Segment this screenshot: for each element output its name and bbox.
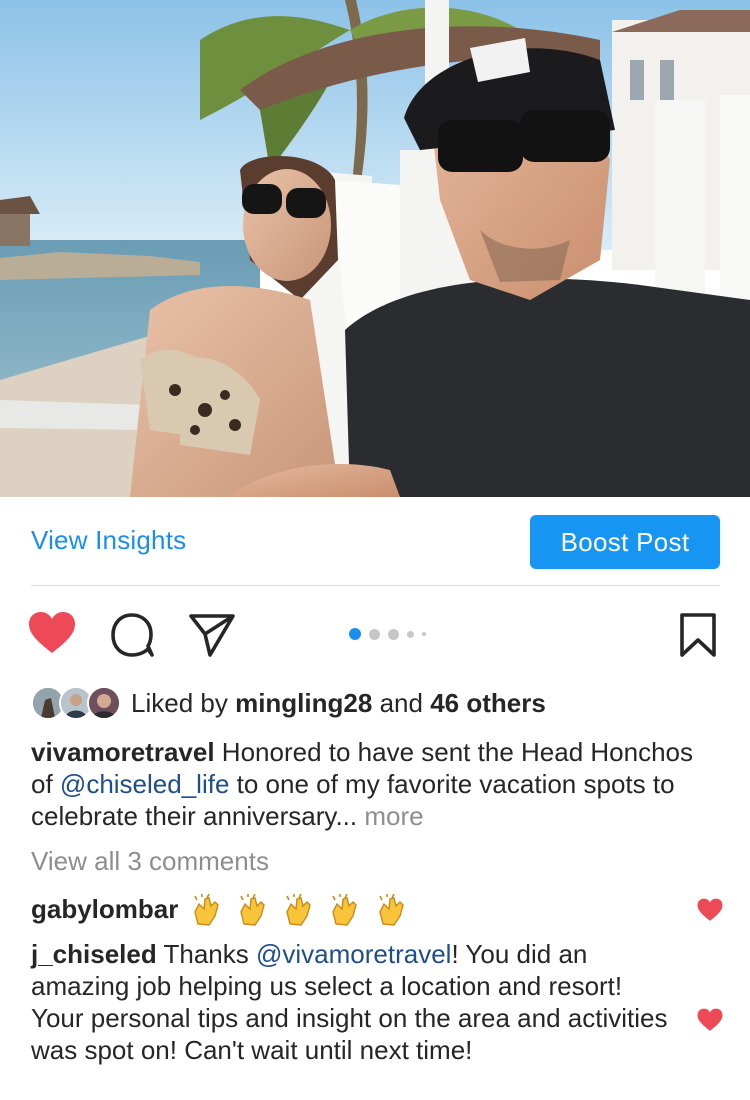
carousel-dot bbox=[388, 628, 399, 640]
likes-others-count[interactable]: 46 others bbox=[430, 688, 546, 718]
share-paper-plane-icon[interactable] bbox=[188, 612, 236, 663]
divider bbox=[31, 585, 720, 586]
comment-username[interactable]: j_chiseled bbox=[31, 939, 157, 969]
post-caption: vivamoretravel Honored to have sent the … bbox=[31, 736, 721, 832]
comment-username[interactable]: gabylombar bbox=[31, 894, 178, 924]
clapping-hands-icon bbox=[186, 894, 410, 926]
liker-username[interactable]: mingling28 bbox=[235, 688, 372, 718]
comment-like-heart-icon[interactable] bbox=[697, 898, 723, 927]
boost-post-button[interactable]: Boost Post bbox=[530, 515, 720, 569]
caption-mention-link[interactable]: @chiseled_life bbox=[60, 769, 229, 799]
comment-icon[interactable] bbox=[110, 612, 156, 663]
liker-avatars[interactable] bbox=[31, 686, 121, 720]
like-heart-icon[interactable] bbox=[28, 611, 76, 660]
bookmark-icon[interactable] bbox=[678, 612, 718, 663]
caption-username[interactable]: vivamoretravel bbox=[31, 737, 215, 767]
comment-row: gabylombar 👏👏👏👏👏 bbox=[31, 892, 671, 928]
comment-mention-link[interactable]: @vivamoretravel bbox=[256, 939, 451, 969]
view-all-comments-link[interactable]: View all 3 comments bbox=[31, 846, 269, 877]
carousel-dot bbox=[407, 630, 414, 638]
insights-bar: View Insights Boost Post bbox=[0, 497, 750, 585]
carousel-dot-active bbox=[349, 628, 361, 640]
caption-more-link[interactable]: more bbox=[364, 801, 423, 831]
carousel-dot bbox=[369, 628, 380, 640]
carousel-indicator bbox=[349, 628, 426, 640]
likes-and: and bbox=[379, 688, 423, 718]
likes-prefix: Liked by bbox=[131, 688, 228, 718]
avatar[interactable] bbox=[87, 686, 121, 720]
post-photo[interactable] bbox=[0, 0, 750, 497]
view-insights-link[interactable]: View Insights bbox=[31, 525, 186, 556]
post-actions-row bbox=[0, 600, 750, 670]
carousel-dot bbox=[422, 632, 426, 636]
likes-summary[interactable]: Liked by mingling28 and 46 others bbox=[31, 684, 731, 722]
comment-text: Thanks bbox=[163, 939, 249, 969]
comment-row: j_chiseled Thanks @vivamoretravel! You d… bbox=[31, 938, 681, 1066]
likes-text[interactable]: Liked by mingling28 and 46 others bbox=[131, 688, 546, 719]
comment-like-heart-icon[interactable] bbox=[697, 1008, 723, 1037]
